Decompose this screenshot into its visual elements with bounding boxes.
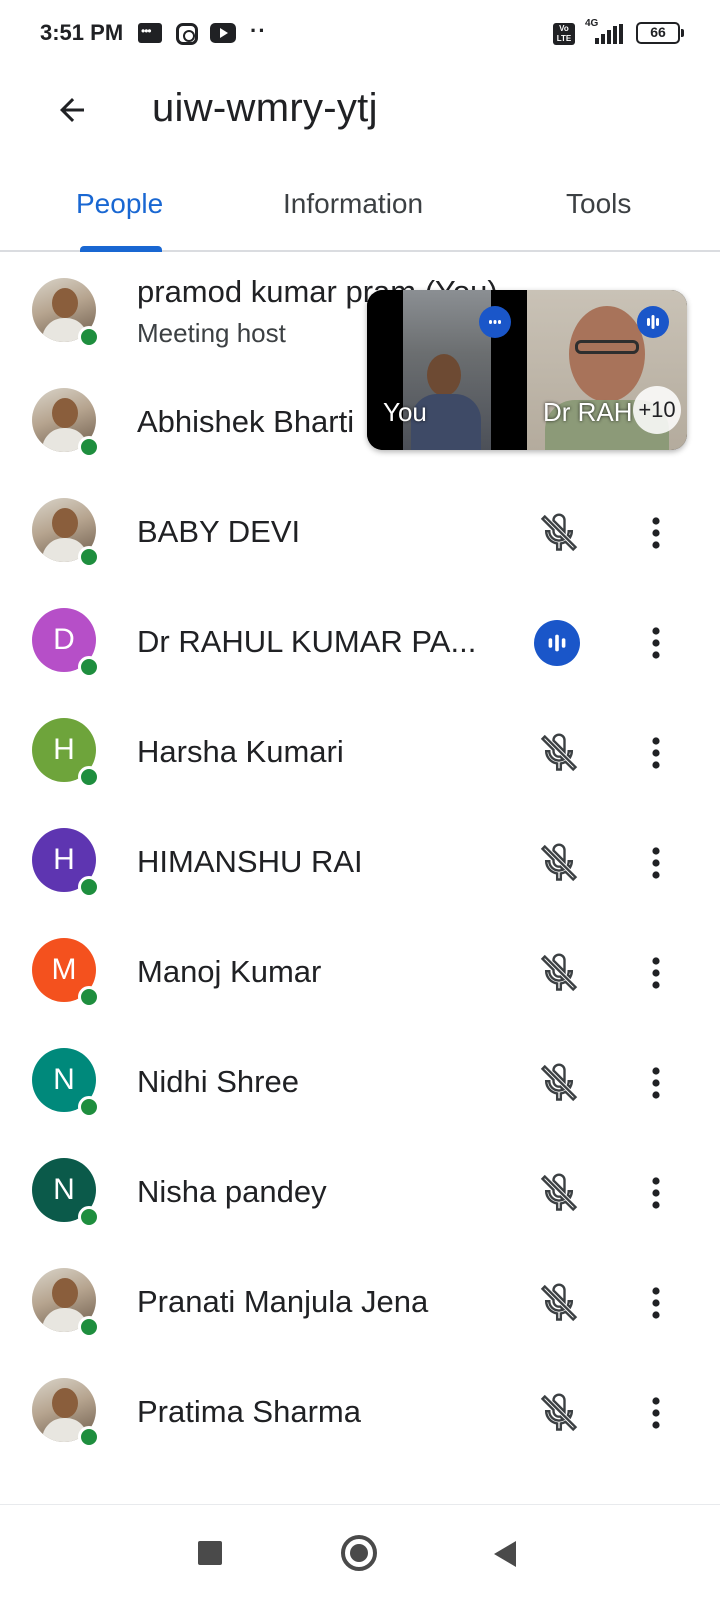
- more-options-button[interactable]: [636, 506, 676, 560]
- more-options-button[interactable]: [636, 616, 676, 670]
- avatar-container: N: [0, 1026, 120, 1138]
- system-nav-bar: [0, 1504, 720, 1600]
- online-status-dot: [78, 326, 100, 348]
- avatar-container: H: [0, 696, 120, 808]
- recents-button[interactable]: [198, 1541, 222, 1565]
- arrow-back-icon: [60, 98, 84, 122]
- youtube-notification-icon: [210, 23, 236, 43]
- more-notifications-icon: ··: [250, 18, 267, 43]
- mic-off-icon: [532, 836, 586, 890]
- participant-row[interactable]: N Nisha pandey: [0, 1136, 720, 1248]
- online-status-dot: [78, 1426, 100, 1448]
- video-tile-dr-rahul[interactable]: Dr RAH +10: [527, 290, 687, 450]
- online-status-dot: [78, 1096, 100, 1118]
- mic-off-icon: [532, 506, 586, 560]
- participant-row[interactable]: M Manoj Kumar: [0, 916, 720, 1028]
- avatar-container: H: [0, 806, 120, 918]
- mic-off-icon: [532, 946, 586, 1000]
- tab-tools[interactable]: Tools: [566, 188, 631, 220]
- volte-icon: Vo LTE: [553, 23, 575, 45]
- participant-name: HIMANSHU RAI: [137, 844, 363, 879]
- participant-name: BABY DEVI: [137, 514, 301, 549]
- message-notification-icon: [138, 23, 162, 43]
- participant-row[interactable]: BABY DEVI: [0, 476, 720, 588]
- more-options-button[interactable]: [636, 726, 676, 780]
- avatar-container: N: [0, 1136, 120, 1248]
- participant-row[interactable]: Pranati Manjula Jena: [0, 1246, 720, 1358]
- signal-icon: 4G: [585, 18, 627, 46]
- avatar-container: [0, 366, 120, 478]
- floating-video-tiles[interactable]: You Dr RAH +10: [367, 290, 687, 450]
- mic-off-icon: [532, 726, 586, 780]
- online-status-dot: [78, 1206, 100, 1228]
- more-options-button[interactable]: [636, 836, 676, 890]
- home-button[interactable]: [341, 1535, 377, 1571]
- status-bar: 3:51 PM ·· Vo LTE 4G 66: [0, 0, 720, 66]
- participant-name: Nisha pandey: [137, 1174, 327, 1209]
- avatar-container: D: [0, 586, 120, 698]
- system-back-button[interactable]: [494, 1541, 516, 1567]
- more-options-button[interactable]: [636, 1386, 676, 1440]
- participant-name: Abhishek Bharti: [137, 404, 355, 439]
- participant-name: Dr RAHUL KUMAR PA...: [137, 624, 477, 659]
- speaking-indicator-icon: [534, 620, 580, 666]
- audio-level-icon: [479, 306, 511, 338]
- audio-level-icon: [637, 306, 669, 338]
- participant-name: Manoj Kumar: [137, 954, 322, 989]
- avatar-container: M: [0, 916, 120, 1028]
- video-tile-label: Dr RAH: [543, 397, 633, 427]
- online-status-dot: [78, 656, 100, 678]
- participant-role: Meeting host: [137, 318, 286, 348]
- avatar-container: [0, 256, 120, 368]
- online-status-dot: [78, 436, 100, 458]
- participant-row[interactable]: N Nidhi Shree: [0, 1026, 720, 1138]
- participant-name: Pratima Sharma: [137, 1394, 361, 1429]
- avatar-container: [0, 1246, 120, 1358]
- mic-off-icon: [532, 1386, 586, 1440]
- more-options-button[interactable]: [636, 946, 676, 1000]
- participant-name: Harsha Kumari: [137, 734, 344, 769]
- participant-name: Nidhi Shree: [137, 1064, 299, 1099]
- meeting-code-title: uiw-wmry-ytj: [152, 86, 378, 130]
- online-status-dot: [78, 876, 100, 898]
- active-tab-indicator: [80, 246, 162, 252]
- more-participants-count: +10: [633, 386, 681, 434]
- online-status-dot: [78, 1316, 100, 1338]
- tab-information[interactable]: Information: [283, 188, 423, 220]
- video-tile-label: You: [383, 397, 427, 427]
- status-time: 3:51 PM: [40, 20, 124, 45]
- more-options-button[interactable]: [636, 1276, 676, 1330]
- instagram-notification-icon: [176, 23, 198, 45]
- participant-row[interactable]: D Dr RAHUL KUMAR PA...: [0, 586, 720, 698]
- battery-icon: 66: [636, 22, 684, 44]
- video-tile-you[interactable]: You: [367, 290, 527, 450]
- back-button[interactable]: [50, 88, 94, 132]
- participant-row[interactable]: H Harsha Kumari: [0, 696, 720, 808]
- mic-off-icon: [532, 1276, 586, 1330]
- more-options-button[interactable]: [636, 1166, 676, 1220]
- tab-people[interactable]: People: [76, 188, 163, 220]
- tab-bar: People Information Tools: [0, 176, 720, 252]
- online-status-dot: [78, 766, 100, 788]
- online-status-dot: [78, 986, 100, 1008]
- participant-name: Pranati Manjula Jena: [137, 1284, 429, 1319]
- avatar-container: [0, 1356, 120, 1468]
- online-status-dot: [78, 546, 100, 568]
- participant-row[interactable]: H HIMANSHU RAI: [0, 806, 720, 918]
- avatar-container: [0, 476, 120, 588]
- more-options-button[interactable]: [636, 1056, 676, 1110]
- mic-off-icon: [532, 1056, 586, 1110]
- participant-row[interactable]: Pratima Sharma: [0, 1356, 720, 1468]
- mic-off-icon: [532, 1166, 586, 1220]
